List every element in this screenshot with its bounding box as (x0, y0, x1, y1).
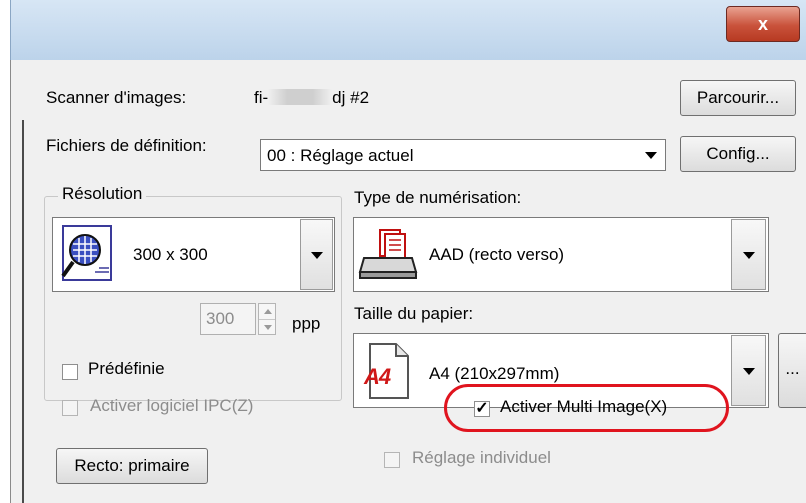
definition-value: 00 : Réglage actuel (267, 146, 414, 165)
chevron-down-icon (645, 152, 657, 159)
ipc-label: Activer logiciel IPC(Z) (90, 396, 254, 415)
spin-down-icon (264, 325, 272, 330)
close-icon: x (757, 14, 768, 34)
scanner-label: Scanner d'images: (46, 88, 187, 107)
individual-setting-label: Réglage individuel (412, 448, 551, 467)
preset-checkbox[interactable] (62, 364, 78, 380)
chevron-down-icon (742, 251, 755, 259)
definition-dropdown-button[interactable] (637, 141, 665, 169)
recto-primary-button[interactable]: Recto: primaire (56, 448, 208, 484)
definition-select[interactable]: 00 : Réglage actuel (260, 139, 666, 171)
scanner-name-suffix: dj #2 (332, 88, 370, 107)
resolution-spinbox[interactable]: 300 (200, 303, 256, 335)
paper-size-dropdown-button[interactable] (731, 335, 766, 406)
check-icon: ✓ (475, 400, 489, 417)
multi-image-label: Activer Multi Image(X) (500, 397, 668, 416)
scan-type-dropdown-button[interactable] (731, 219, 766, 290)
resolution-unit: ppp (292, 314, 321, 333)
browse-button[interactable]: Parcourir... (680, 80, 796, 116)
paper-icon-text: A4 (364, 364, 391, 389)
resolution-spin-value: 300 (206, 309, 235, 328)
title-bar (10, 0, 806, 60)
scanner-name-prefix: fi- (254, 88, 269, 107)
close-button[interactable]: x (726, 6, 800, 42)
spin-divider (259, 319, 275, 320)
individual-setting-checkbox[interactable] (384, 452, 400, 468)
scanner-name: fi-dj #2 (254, 88, 369, 108)
resolution-group-label: Résolution (58, 184, 147, 204)
resolution-value: 300 x 300 (133, 245, 208, 264)
duplex-scanner-icon (358, 229, 418, 279)
scan-type-label: Type de numérisation: (354, 188, 522, 207)
spin-up-icon (264, 309, 272, 314)
paper-more-button[interactable]: ... (778, 333, 806, 408)
chevron-down-icon (310, 251, 323, 259)
scanner-name-redaction (268, 89, 333, 105)
resolution-select[interactable]: 300 x 300 (52, 217, 335, 292)
scan-type-select[interactable]: AAD (recto verso) (353, 217, 769, 292)
config-button[interactable]: Config... (680, 136, 796, 172)
chevron-down-icon (742, 367, 755, 375)
resolution-spin-buttons[interactable] (258, 303, 276, 335)
resolution-dropdown-button[interactable] (300, 219, 333, 290)
preset-label: Prédéfinie (88, 359, 165, 378)
scan-type-value: AAD (recto verso) (429, 245, 565, 264)
multi-image-checkbox[interactable]: ✓ (474, 401, 490, 417)
paper-size-value: A4 (210x297mm) (429, 364, 560, 383)
magnifier-scan-icon (61, 225, 112, 281)
definition-label: Fichiers de définition: (46, 136, 207, 155)
paper-size-label: Taille du papier: (354, 304, 474, 323)
left-edge-marker (22, 120, 24, 503)
ipc-checkbox[interactable] (62, 400, 78, 416)
